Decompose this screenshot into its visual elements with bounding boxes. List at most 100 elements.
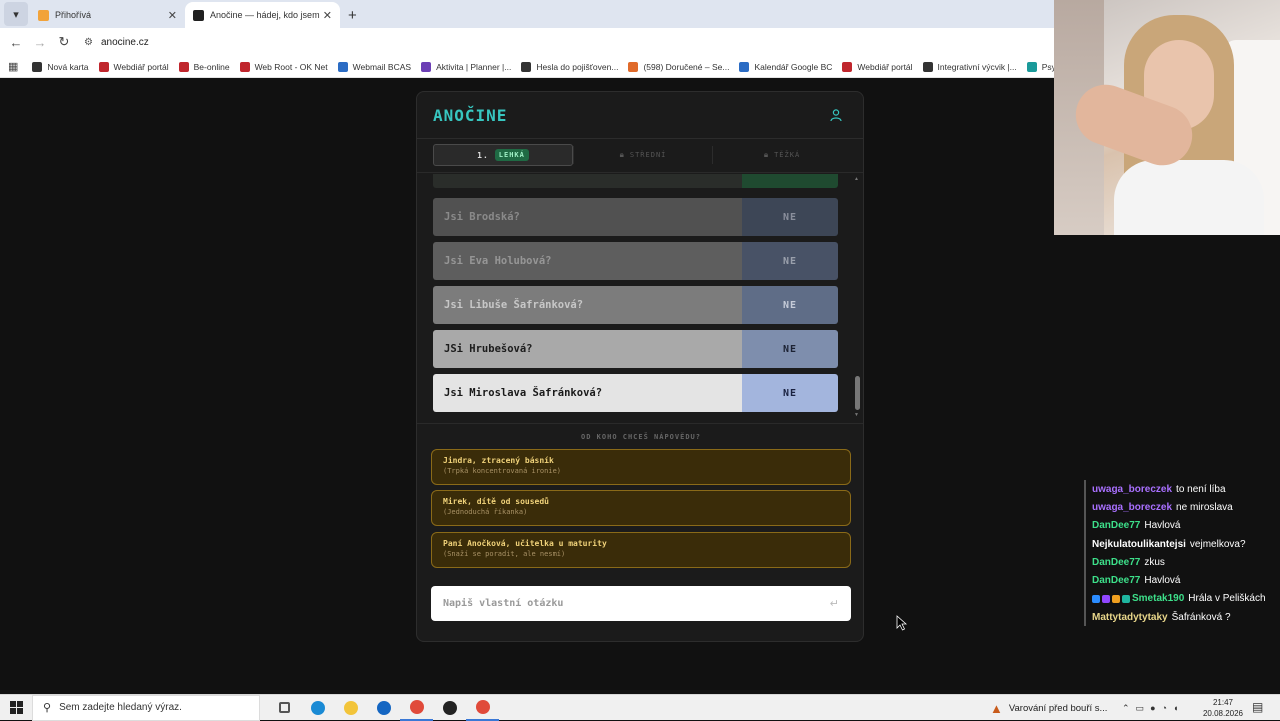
bookmark-item[interactable]: Hesla do pojišťoven... (521, 61, 618, 72)
chat-message: DanDee77 Havlová (1084, 571, 1278, 590)
hint-style: (Jednoduchá říkanka) (443, 508, 528, 516)
taskbar-edge-icon[interactable] (301, 695, 334, 721)
chat-text: vejmelkova? (1189, 538, 1246, 550)
hint-section-title: OD KOHO CHCEŠ NÁPOVĚDU? (581, 433, 701, 441)
bookmark-label: Webdiář portál (857, 61, 913, 72)
answer-badge: NE (742, 374, 838, 412)
tab-search-dropdown-icon[interactable]: ▾ (4, 2, 28, 26)
bookmark-item[interactable]: Webdiář portál (842, 61, 913, 72)
answer-badge: NE (742, 286, 838, 324)
site-info-icon[interactable]: ⚙ (84, 37, 93, 48)
bookmark-item[interactable]: Be-online (178, 61, 230, 72)
bookmark-item[interactable]: Integrativní výcvik |... (922, 61, 1017, 72)
question-text: JSi Hrubešová? (433, 330, 742, 368)
system-tray: ⌃ ▭ ● ◔ ◖ (1122, 695, 1184, 721)
bookmark-favicon-icon (98, 61, 109, 72)
question-text: Jsi Eva Holubová? (433, 242, 742, 280)
bookmark-favicon-icon (337, 61, 348, 72)
difficulty-tabs: 1. LEHKÁ 🔒︎ STŘEDNÍ 🔒︎ TĚŽKÁ (433, 144, 851, 166)
notifications-icon[interactable]: ▤ (1252, 700, 1263, 714)
bookmark-label: Psychoterap (1041, 61, 1054, 72)
forward-icon[interactable]: → (28, 35, 52, 50)
tab-level-medium[interactable]: 🔒︎ STŘEDNÍ (574, 144, 712, 166)
chat-message: DanDee77 zkus (1084, 553, 1278, 572)
question-history-list[interactable]: Jsi Brodská? NE Jsi Eva Holubová? NE Jsi Lib… (433, 174, 839, 414)
bookmark-item[interactable]: Aktivita | Planner |... (421, 61, 511, 72)
enter-icon[interactable]: ↵ (830, 597, 839, 610)
reload-icon[interactable]: ↻ (52, 34, 76, 50)
bookmark-favicon-icon (842, 61, 853, 72)
question-list-scrollbar[interactable]: ▲ ▼ (854, 176, 860, 420)
chat-badge-icon (1122, 594, 1130, 603)
tab-title: Anočine — hádej, kdo jsem (210, 10, 320, 20)
answer-badge: NE (742, 330, 838, 368)
question-row: Jsi Brodská? NE (433, 198, 838, 236)
chevron-up-icon[interactable]: ⌃ (1122, 703, 1130, 714)
hint-style: (Trpká koncentrovaná ironie) (443, 467, 562, 475)
back-icon[interactable]: ← (4, 35, 28, 50)
bookmark-item[interactable]: Web Root - OK Net (239, 61, 328, 72)
taskbar-task-view-icon[interactable] (268, 695, 301, 721)
user-icon[interactable] (829, 108, 843, 122)
answer-badge (742, 174, 838, 188)
bookmark-item[interactable]: Kalendář Google BC (739, 61, 833, 72)
answer-badge: NE (742, 198, 838, 236)
bookmark-item[interactable]: Psychoterap (1026, 61, 1054, 72)
taskbar-chrome-2-icon[interactable] (466, 695, 499, 721)
tab-level-hard[interactable]: 🔒︎ TĚŽKÁ (713, 144, 851, 166)
question-row (433, 174, 838, 188)
bookmark-label: Kalendář Google BC (754, 61, 833, 72)
clock-date: 20.08.2026 (1202, 709, 1244, 718)
volume-icon[interactable]: ◖ (1173, 703, 1178, 713)
scrollbar-thumb[interactable] (855, 376, 860, 410)
level-label: TĚŽKÁ (774, 151, 801, 159)
bookmark-favicon-icon (178, 61, 189, 72)
browser-tab-0[interactable]: Přihořívá ✕ (30, 2, 185, 28)
new-tab-icon[interactable]: + (348, 7, 357, 24)
bookmark-item[interactable]: Webdiář portál (98, 61, 169, 72)
hint-button-anockova[interactable]: Paní Anočková, učitelka u maturity (Snaž… (431, 532, 851, 568)
chat-username: Smetak190 (1132, 593, 1185, 605)
windows-taskbar: ⚲ Sem zadejte hledaný výraz. ▲ Varování … (0, 694, 1280, 721)
tab-favicon (38, 9, 49, 21)
microphone-icon[interactable]: ● (1150, 703, 1155, 713)
stream-chat: uwaga_boreczek to není líba uwaga_boreczek… (1084, 480, 1278, 627)
network-icon[interactable]: ▭ (1136, 703, 1145, 714)
scroll-down-icon[interactable]: ▼ (854, 412, 859, 418)
chat-username: DanDee77 (1092, 575, 1141, 587)
hint-button-mirek[interactable]: Mirek, dítě od sousedů (Jednoduchá říkan… (431, 490, 851, 526)
apps-grid-icon[interactable]: ▦ (8, 60, 18, 73)
weather-alert-text: Varování před bouří s... (1008, 702, 1108, 714)
bookmark-item[interactable]: (598) Doručené – Se... (628, 61, 729, 72)
chat-username: DanDee77 (1092, 520, 1141, 532)
bookmark-item[interactable]: Nová karta (32, 61, 89, 72)
chat-badge-icon (1092, 594, 1100, 603)
hint-button-jindra[interactable]: Jindra, ztracený básník (Trpká koncentro… (431, 449, 851, 485)
close-tab-icon[interactable]: ✕ (168, 9, 177, 22)
taskbar-search[interactable]: ⚲ Sem zadejte hledaný výraz. (32, 694, 260, 721)
chat-text: Havlová (1144, 520, 1181, 532)
custom-question-input[interactable] (443, 598, 830, 609)
weather-alert[interactable]: ▲ Varování před bouří s... (990, 695, 1107, 721)
taskbar-chrome-icon[interactable] (400, 695, 433, 721)
system-clock[interactable]: 21:47 20.08.2026 (1200, 697, 1246, 719)
taskbar-apps (268, 695, 499, 721)
close-tab-icon[interactable]: ✕ (323, 9, 332, 22)
taskbar-app-red-icon[interactable] (433, 695, 466, 721)
browser-tab-1[interactable]: Anočine — hádej, kdo jsem ✕ (185, 2, 340, 28)
bookmark-label: Webmail BCAS (352, 61, 412, 72)
bookmark-item[interactable]: Webmail BCAS (337, 61, 412, 72)
chat-badge-icon (1112, 594, 1120, 603)
tab-level-easy[interactable]: 1. LEHKÁ (433, 144, 573, 166)
scroll-up-icon[interactable]: ▲ (854, 176, 859, 182)
warning-icon: ▲ (990, 700, 1003, 716)
wifi-icon[interactable]: ◔ (1162, 703, 1167, 713)
url-field[interactable]: ⚙ anocine.cz (84, 31, 149, 53)
bookmarks-bar: ▦ Nová karta Webdiář portál Be-online Web R… (0, 56, 1054, 78)
chat-message: Nejkulatoulikantejsi vejmelkova? (1084, 534, 1278, 554)
question-text: Jsi Miroslava Šafránková? (433, 374, 742, 412)
start-button[interactable] (0, 695, 32, 721)
question-row: Jsi Libuše Šafránková? NE (433, 286, 838, 324)
taskbar-explorer-icon[interactable] (334, 695, 367, 721)
taskbar-outlook-icon[interactable] (367, 695, 400, 721)
